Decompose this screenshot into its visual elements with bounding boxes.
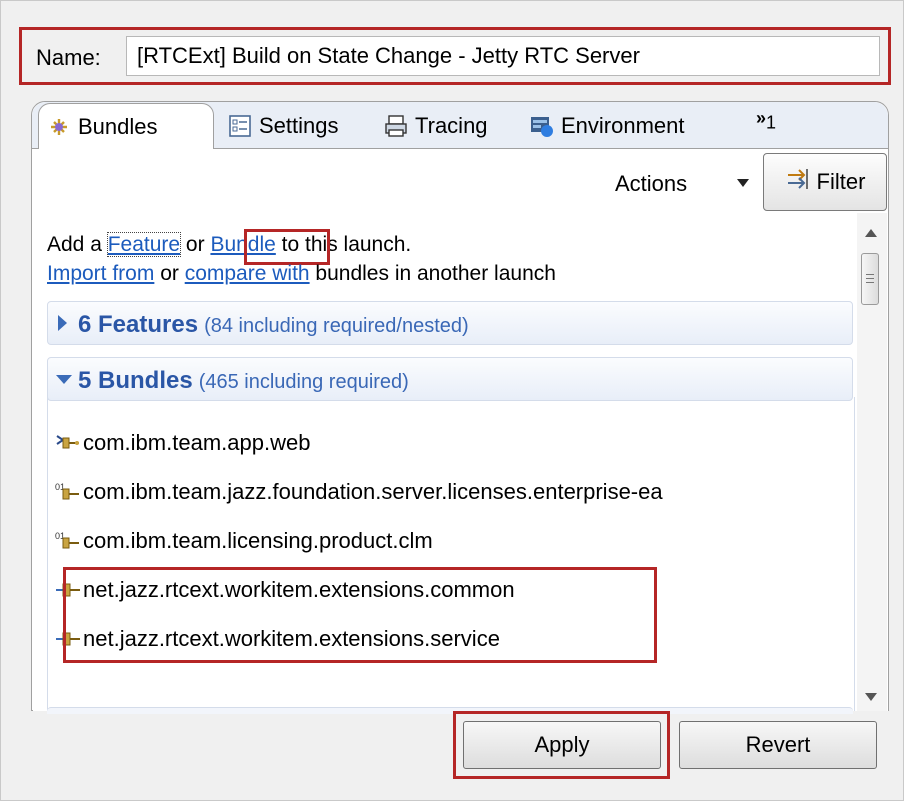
bundle-name: com.ibm.team.jazz.foundation.server.lice… [83, 479, 663, 504]
overflow-chevron-icon: » [756, 108, 767, 128]
actions-menu-label[interactable]: Actions [615, 171, 687, 197]
overflow-count: 1 [766, 112, 777, 133]
tab-environment-label: Environment [561, 113, 685, 138]
scroll-thumb[interactable] [861, 253, 879, 305]
launch-name-input[interactable] [126, 36, 880, 76]
import-from-link[interactable]: Import from [47, 262, 154, 285]
tab-settings[interactable]: Settings [220, 104, 370, 148]
features-section-header[interactable]: 6 Features (84 including required/nested) [47, 301, 853, 345]
launch-configuration-panel: Name: Bundles Settings Tracing [0, 0, 904, 801]
environment-icon [530, 114, 554, 138]
actions-dropdown-icon[interactable] [737, 179, 749, 187]
binary-bundle-icon: 01 [55, 481, 81, 503]
next-section-edge [47, 707, 853, 714]
add-prefix-text: Add a [47, 233, 108, 256]
revert-button[interactable]: Revert [679, 721, 877, 769]
bundle-link-highlight [244, 229, 330, 265]
tab-bundles-label: Bundles [78, 113, 158, 139]
list-item[interactable]: 01 com.ibm.team.licensing.product.clm [55, 528, 433, 554]
tab-bundles[interactable]: Bundles [38, 103, 214, 149]
feature-link[interactable]: Feature [106, 232, 182, 257]
tab-tracing-label: Tracing [415, 113, 488, 138]
bundles-section-title: 5 Bundles [78, 367, 193, 394]
tab-bar: Bundles Settings Tracing Environment »1 [32, 102, 888, 149]
compare-with-link[interactable]: compare with [185, 262, 310, 285]
or-text-2: or [154, 262, 185, 285]
list-item[interactable]: 01 com.ibm.team.jazz.foundation.server.l… [55, 479, 663, 505]
name-label: Name: [36, 45, 101, 70]
bundle-name: com.ibm.team.app.web [83, 430, 311, 455]
name-row-highlight: Name: [19, 27, 891, 85]
settings-icon [228, 114, 252, 138]
tab-settings-label: Settings [259, 113, 339, 138]
filter-icon [785, 166, 811, 198]
workspace-bundle-icon [55, 432, 81, 454]
filter-label: Filter [816, 169, 866, 194]
tab-environment[interactable]: Environment [522, 104, 730, 148]
bundles-section-subtitle: (465 including required) [198, 371, 409, 393]
or-text: or [180, 233, 211, 256]
apply-button[interactable]: Apply [463, 721, 661, 769]
list-item[interactable]: com.ibm.team.app.web [55, 430, 310, 456]
bundles-icon [47, 115, 71, 139]
expand-arrow-icon[interactable] [58, 315, 67, 331]
bundles-section-header[interactable]: 5 Bundles (465 including required) [47, 357, 853, 401]
scroll-down-icon[interactable] [865, 693, 877, 701]
bundles-highlight [63, 567, 657, 663]
filter-button[interactable]: Filter [763, 153, 887, 211]
tab-overflow-button[interactable]: »1 [756, 108, 776, 134]
import-compare-line: Import from or compare with bundles in a… [47, 262, 556, 286]
bundle-name: com.ibm.team.licensing.product.clm [83, 528, 433, 553]
tab-tracing[interactable]: Tracing [376, 104, 514, 148]
features-section-subtitle: (84 including required/nested) [204, 315, 469, 337]
scroll-up-icon[interactable] [865, 229, 877, 237]
compare-suffix-text: bundles in another launch [309, 262, 556, 285]
vertical-scrollbar[interactable] [857, 213, 887, 711]
binary-bundle-icon: 01 [55, 530, 81, 552]
features-section-title: 6 Features [78, 311, 199, 338]
collapse-arrow-icon[interactable] [56, 375, 72, 384]
tracing-icon [384, 114, 408, 138]
add-feature-or-bundle-line: Add a Feature or Bundle to this launch. [47, 232, 411, 257]
